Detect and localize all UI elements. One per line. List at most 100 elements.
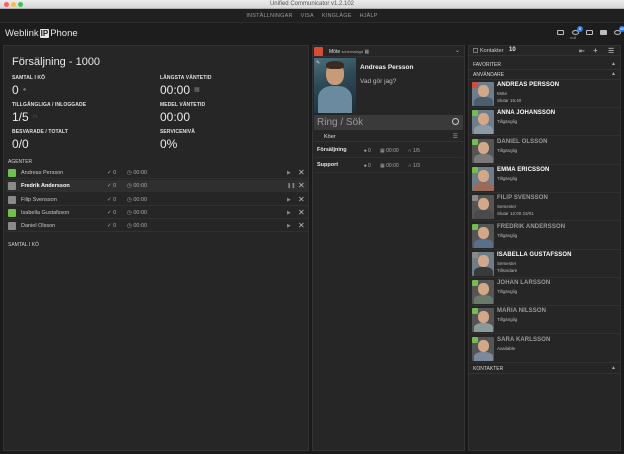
menu-help[interactable]: HJÄLP — [360, 13, 378, 19]
avatar — [472, 195, 494, 220]
calendar-icon[interactable] — [599, 29, 608, 37]
agent-row[interactable]: Filip Svensson ✓ 0 ◷ 00:00 ▶ ✕ — [6, 194, 308, 206]
contact-name: ISABELLA GUSTAFSSON — [497, 251, 572, 258]
contacts-group-header[interactable]: KONTAKTER ▲ — [469, 364, 620, 374]
play-icon[interactable]: ▶ — [287, 197, 291, 203]
contact-status-detail: Tillsvidare — [497, 267, 518, 273]
avatar — [472, 166, 494, 191]
contact-row[interactable]: FILIP SVENSSON Semester Slutar 12:00 23/01 — [470, 193, 620, 222]
collapse-icon[interactable]: ⇤ — [579, 47, 585, 55]
contacts-group-label: KONTAKTER — [473, 366, 504, 372]
agent-time-value: 00:00 — [133, 183, 148, 190]
calls-in-queue-value: 0 — [12, 83, 19, 97]
queue-wait-time-value: 00:00 — [386, 163, 399, 169]
menu-settings[interactable]: INSTÄLLNINGAR — [246, 13, 292, 19]
menu-mode[interactable]: KINGLÄGE — [322, 13, 352, 19]
agent-row[interactable]: Andreas Persson ✓ 0 ◷ 00:00 ▶ ✕ — [6, 167, 308, 179]
agent-status-icon — [8, 222, 16, 231]
avg-wait-label: MEDEL VÄNTETID — [160, 102, 206, 108]
window-title: Unified Communicator v1.2.102 — [269, 1, 355, 7]
logo-ip: IP — [39, 29, 50, 38]
agent-time-value: 00:00 — [133, 223, 148, 230]
presence-indicator — [472, 280, 478, 287]
logout-agent-icon[interactable]: ✕ — [298, 195, 305, 204]
menu-icon[interactable]: ☰ — [453, 133, 458, 140]
chevron-up-icon: ▲ — [611, 61, 616, 67]
presence-indicator — [472, 110, 478, 117]
agent-call-count: ✓ 0 — [107, 183, 116, 189]
avatar — [472, 251, 494, 276]
contact-row[interactable]: ISABELLA GUSTAFSSON Semester Tillsvidare — [470, 250, 620, 278]
agent-row[interactable]: Fredrik Andersson ✓ 0 ◷ 00:00 ❚❚ ✕ — [6, 180, 308, 193]
contact-row[interactable]: EMMA ERICSSON Tillgänglig — [470, 165, 620, 193]
contact-status: Available — [497, 345, 516, 351]
contact-row[interactable]: ANNA JOHANSSON Tillgänglig — [470, 108, 620, 137]
headset-icon: ∩ — [33, 114, 38, 120]
contact-name: ANDREAS PERSSON — [497, 82, 560, 88]
status-message[interactable]: Vad gör jag? — [360, 78, 396, 85]
users-header[interactable]: ANVÄNDARE ▲ — [469, 70, 620, 80]
window-titlebar: Unified Communicator v1.2.102 — [0, 0, 624, 9]
agent-time: ◷ 00:00 — [127, 170, 147, 176]
answered-label: BESVARADE / TOTALT — [12, 129, 68, 135]
agent-status-icon — [8, 182, 16, 191]
queue-row[interactable]: Support ♠ 0 ▦ 00:00 ∩ 1/3 — [314, 159, 463, 173]
contact-name: FREDRIK ANDERSSON — [497, 223, 566, 230]
edit-icon[interactable]: ✎ — [316, 60, 320, 66]
dial-search-box — [314, 115, 463, 130]
agent-time: ◷ 00:00 — [127, 223, 147, 229]
contacts-icon — [473, 48, 478, 53]
contact-name: DANIEL OLSSON — [497, 138, 548, 145]
favorites-label: FAVORITER — [473, 62, 501, 68]
contact-row[interactable]: ANDREAS PERSSON Möte Slutar 15:40 — [470, 80, 620, 108]
logout-agent-icon[interactable]: ✕ — [298, 181, 305, 190]
queue-agents: ∩ 1/5 — [408, 148, 420, 154]
contact-row[interactable]: DANIEL OLSSON Tillgänglig — [470, 137, 620, 165]
queue-waiting-value: 0 — [368, 163, 371, 169]
voicemail-badge: 8 — [577, 26, 583, 32]
logout-agent-icon[interactable]: ✕ — [298, 208, 305, 217]
status-selector[interactable]: Möte schemalagd ▦ ⌄ — [313, 46, 464, 57]
contact-row[interactable]: SARA KARLSSON Available — [470, 335, 620, 363]
contact-row[interactable]: MARIA NILSSON Tillgänglig — [470, 306, 620, 335]
available-label: TILLGÄNGLIGA / INLOGGADE — [12, 102, 87, 108]
add-contact-button[interactable]: + — [593, 46, 598, 55]
app-header: Weblink IP Phone 8 null 40 — [0, 23, 624, 45]
longest-wait-value: 00:00 — [160, 83, 191, 97]
logout-agent-icon[interactable]: ✕ — [298, 221, 305, 230]
favorites-header[interactable]: FAVORITER ▲ — [469, 60, 620, 70]
agent-count-value: 0 — [113, 170, 117, 176]
agent-row[interactable]: Isabella Gustafsson ✓ 0 ◷ 00:00 ▶ ✕ — [6, 207, 308, 219]
play-icon[interactable]: ▶ — [287, 210, 291, 216]
contact-row[interactable]: FREDRIK ANDERSSON Tillgänglig — [470, 222, 620, 250]
contact-row[interactable]: JOHAN LARSSON Tillgänglig — [470, 278, 620, 307]
queue-row[interactable]: Försäljning ♠ 0 ▦ 00:00 ∩ 1/5 — [314, 144, 463, 158]
play-icon[interactable]: ▶ — [287, 170, 291, 176]
menu-view[interactable]: VISA — [301, 13, 314, 19]
users-label: ANVÄNDARE — [473, 72, 505, 78]
logo-text-pre: Weblink — [5, 28, 39, 39]
chevron-down-icon[interactable]: ⌄ — [455, 47, 460, 54]
call-log-icon[interactable] — [585, 29, 594, 37]
agent-time-value: 00:00 — [133, 209, 148, 216]
history-icon[interactable]: 40 — [613, 26, 624, 37]
agent-time: ◷ 00:00 — [127, 197, 147, 203]
clock-icon[interactable] — [452, 118, 459, 125]
tab-queues[interactable]: Köer — [324, 134, 336, 140]
presence-indicator — [472, 308, 478, 315]
avatar — [472, 336, 494, 361]
avatar — [472, 223, 494, 248]
contact-status-detail: Slutar 12:00 23/01 — [497, 211, 534, 217]
contact-name: ANNA JOHANSSON — [497, 110, 556, 117]
agent-name: Isabella Gustafsson — [21, 209, 70, 216]
chevron-up-icon: ▲ — [611, 365, 616, 371]
list-menu-icon[interactable]: ☰ — [608, 47, 614, 55]
chat-icon[interactable] — [556, 29, 565, 37]
chevron-up-icon: ▲ — [611, 71, 616, 77]
pause-icon[interactable]: ❚❚ — [287, 183, 295, 189]
agent-row[interactable]: Daniel Olsson ✓ 0 ◷ 00:00 ▶ ✕ — [6, 220, 308, 233]
logout-agent-icon[interactable]: ✕ — [298, 168, 305, 177]
play-icon[interactable]: ▶ — [287, 223, 291, 229]
dial-search-input[interactable] — [317, 116, 447, 129]
user-photo[interactable]: ✎ — [314, 58, 356, 113]
